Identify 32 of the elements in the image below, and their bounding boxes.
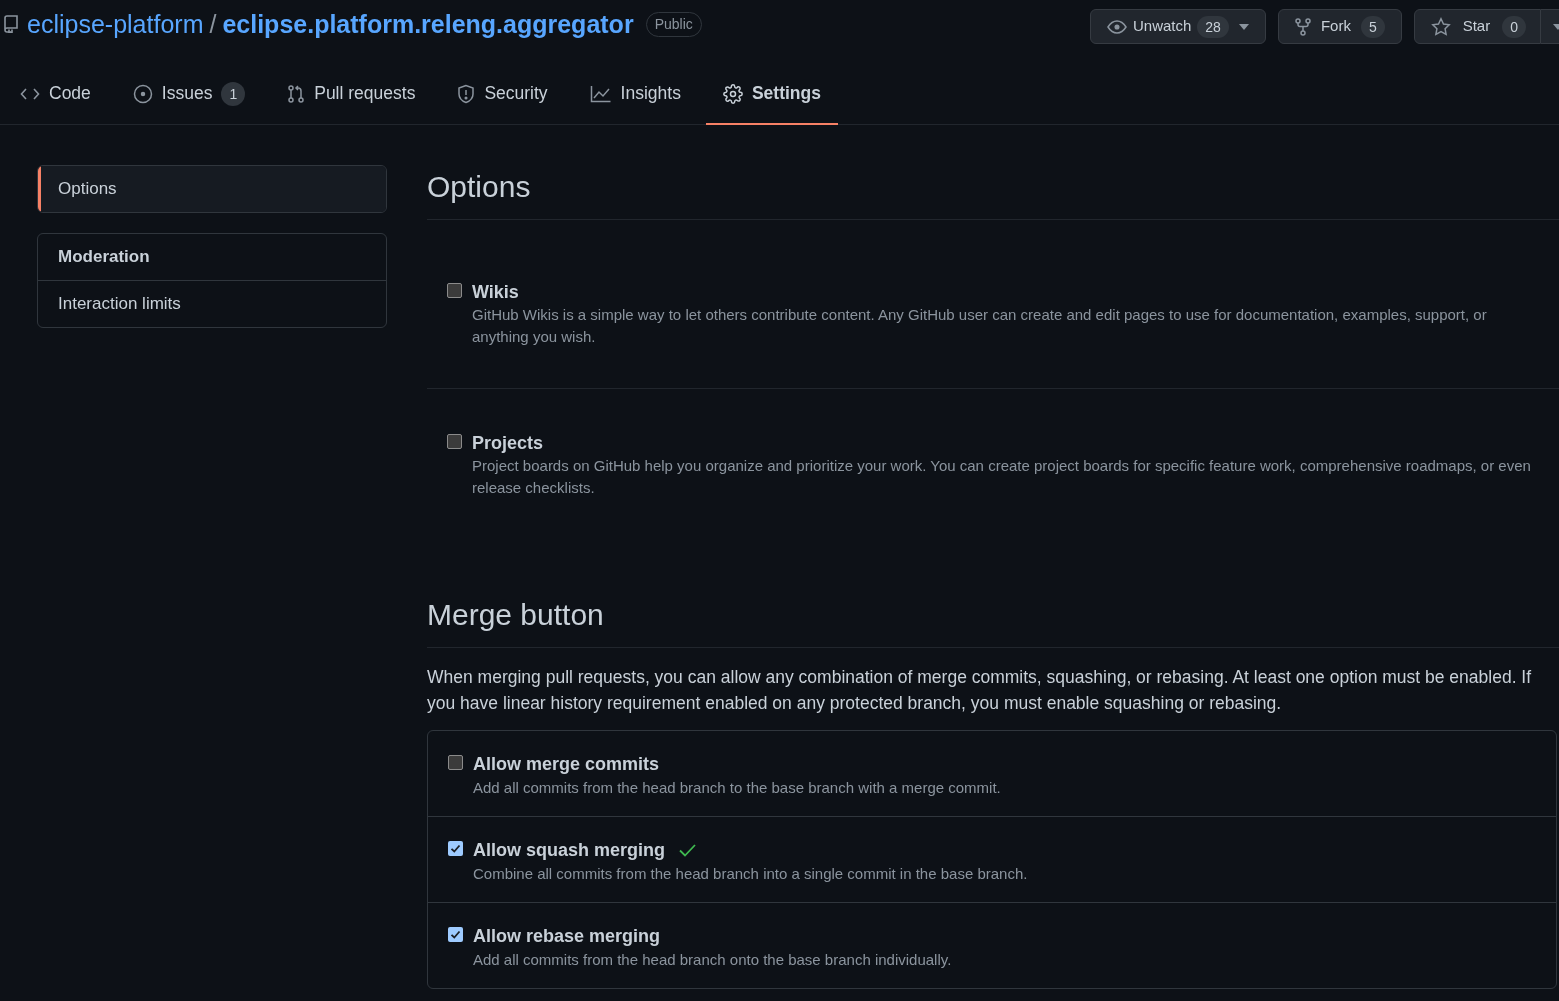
sidebar-heading: Moderation: [38, 234, 386, 281]
owner-link[interactable]: eclipse-platform: [27, 9, 204, 39]
option-description: Combine all commits from the head branch into a single commit in the base branch.: [473, 864, 1028, 884]
nav-tab[interactable]: Security: [440, 64, 565, 125]
unwatch-button[interactable]: Unwatch 28: [1089, 9, 1266, 44]
nav-tab[interactable]: Settings: [705, 64, 838, 125]
option-label: Wikis: [472, 281, 520, 304]
sidebar-item[interactable]: Interaction limits: [38, 281, 386, 327]
nav-tab[interactable]: Code: [20, 64, 108, 125]
path-separator: /: [209, 9, 217, 39]
option-description: Add all commits from the head branch onto the base branch individually.: [473, 950, 952, 970]
sidebar-item[interactable]: Options: [38, 166, 386, 212]
star-button[interactable]: Star 0: [1413, 9, 1541, 44]
section-title: Options: [427, 165, 1559, 220]
counter-badge: 5: [1360, 15, 1385, 38]
option-description: GitHub Wikis is a simple way to let others contribute content. Any GitHub user can create and edit pages to use for documentation, examples, support, or anything you wish.: [472, 305, 1488, 347]
option-label: Projects: [472, 432, 545, 455]
option-description: Project boards on GitHub help you organize and prioritize your work. You can create project boards for specific feature work, comprehensive roadmaps, or even release checklists.: [472, 456, 1532, 498]
counter-badge: 1: [221, 81, 246, 106]
option-label: Allow merge commits: [473, 753, 660, 776]
option-label: Allow squash merging: [473, 839, 666, 862]
option-label: Allow rebase merging: [473, 925, 661, 948]
repo-name-link[interactable]: eclipse.platform.releng.aggregator: [222, 9, 634, 39]
nav-tab[interactable]: Issues 1: [115, 64, 263, 125]
fork-button[interactable]: Fork 5: [1277, 9, 1402, 44]
section-title: Merge button: [427, 593, 1559, 648]
option-description: Add all commits from the head branch to the base branch with a merge commit.: [473, 778, 1001, 798]
nav-tab[interactable]: Insights: [572, 64, 698, 125]
counter-badge: 28: [1197, 15, 1229, 38]
counter-badge: 0: [1502, 15, 1526, 38]
merge-intro: When merging pull requests, you can allow any combination of merge commits, squashing, or rebasing. At least one option must be enabled. If you have linear history requirement enabled on any protected branch, you must enable squashing or rebasing.: [427, 666, 1533, 715]
nav-tab[interactable]: Pull requests: [270, 64, 433, 125]
